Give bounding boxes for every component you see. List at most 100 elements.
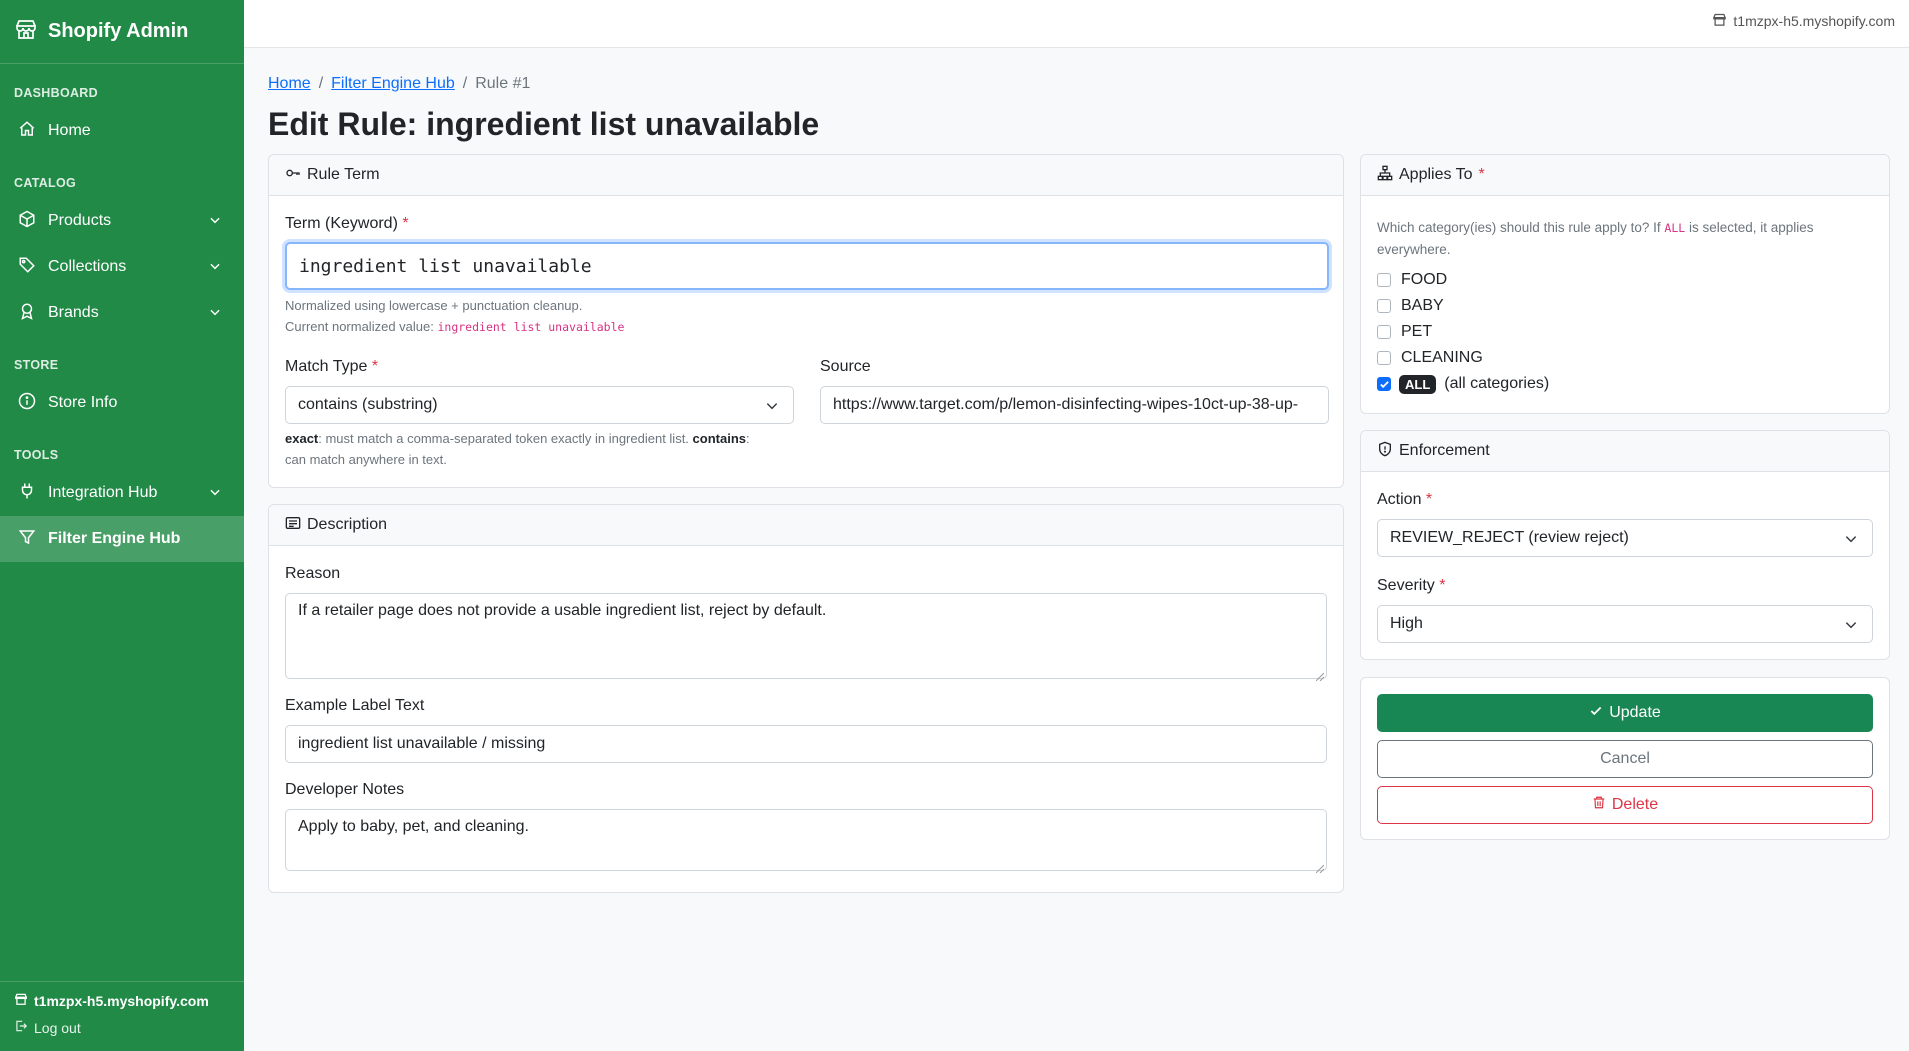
match-type-select[interactable]: contains (substring)	[285, 386, 794, 424]
notes-textarea[interactable]: Apply to baby, pet, and cleaning.	[285, 809, 1327, 874]
term-label-text: Term (Keyword)	[285, 215, 398, 232]
help-colon: :	[746, 431, 750, 446]
logout-link[interactable]: Log out	[14, 1019, 230, 1036]
chevron-down-icon	[1844, 618, 1858, 636]
checkbox[interactable]	[1377, 351, 1391, 365]
sidebar-item-label: Home	[48, 122, 91, 139]
award-icon	[18, 302, 36, 325]
shield-icon	[1377, 441, 1393, 462]
info-icon	[18, 392, 36, 415]
resize-grip-icon[interactable]	[1315, 668, 1325, 682]
required-marker: *	[371, 358, 379, 375]
sidebar-store-name: t1mzpx-h5.myshopify.com	[34, 992, 209, 1009]
delete-button[interactable]: Delete	[1377, 786, 1873, 824]
category-food-label: FOOD	[1401, 271, 1448, 288]
checkbox-checked[interactable]	[1377, 377, 1391, 391]
card-title: Description	[307, 516, 388, 533]
rule-term-card: Rule Term Term (Keyword) * ingredient li…	[268, 154, 1344, 488]
sidebar-store[interactable]: t1mzpx-h5.myshopify.com	[14, 992, 230, 1009]
help-contains-text: can match anywhere in text.	[285, 452, 447, 467]
category-food[interactable]: FOOD	[1377, 267, 1873, 293]
applies-help-code: ALL	[1664, 221, 1686, 235]
category-pet[interactable]: PET	[1377, 319, 1873, 345]
enforcement-card: Enforcement Action * REVIEW_REJECT (revi…	[1360, 430, 1890, 660]
category-cleaning[interactable]: CLEANING	[1377, 345, 1873, 371]
sidebar-item-store-info[interactable]: Store Info	[0, 380, 244, 426]
chevron-down-icon	[208, 259, 222, 278]
actions-card: Update Cancel Delete	[1360, 677, 1890, 840]
chevron-down-icon	[208, 305, 222, 324]
main-content: Home / Filter Engine Hub / Rule #1 Edit …	[268, 70, 1891, 143]
action-value: REVIEW_REJECT (review reject)	[1390, 529, 1629, 546]
resize-grip-icon[interactable]	[1315, 860, 1325, 874]
applies-help-suffix: is selected, it applies	[1688, 220, 1814, 235]
topbar-shop[interactable]: t1mzpx-h5.myshopify.com	[1712, 12, 1895, 30]
sitemap-icon	[1377, 165, 1393, 186]
home-icon	[18, 120, 36, 143]
severity-value: High	[1390, 615, 1423, 632]
sidebar-item-label: Collections	[48, 258, 127, 275]
sidebar-item-label: Filter Engine Hub	[48, 530, 181, 547]
description-card: Description Reason If a retailer page do…	[268, 504, 1344, 893]
topbar-shop-name: t1mzpx-h5.myshopify.com	[1733, 13, 1895, 29]
brand-name: Shopify Admin	[48, 20, 189, 42]
normalized-prefix: Current normalized value:	[285, 319, 434, 334]
sidebar-item-filter-engine-hub[interactable]: Filter Engine Hub	[0, 516, 244, 562]
card-header: Rule Term	[269, 155, 1343, 196]
sidebar-item-home[interactable]: Home	[0, 108, 244, 154]
all-badge: ALL	[1399, 374, 1437, 394]
section-catalog: CATALOG	[14, 176, 77, 190]
term-input[interactable]: ingredient list unavailable	[285, 242, 1329, 290]
sidebar-item-collections[interactable]: Collections	[0, 244, 244, 290]
reason-textarea[interactable]: If a retailer page does not provide a us…	[285, 593, 1327, 682]
example-value: ingredient list unavailable / missing	[298, 735, 546, 752]
sidebar-item-label: Integration Hub	[48, 484, 158, 501]
example-input[interactable]: ingredient list unavailable / missing	[285, 725, 1327, 763]
chevron-down-icon	[208, 213, 222, 232]
checkbox[interactable]	[1377, 325, 1391, 339]
store-icon	[14, 17, 38, 46]
action-label: Action *	[1377, 491, 1873, 509]
box-icon	[18, 210, 36, 233]
category-all[interactable]: ALL (all categories)	[1377, 371, 1873, 397]
breadcrumb-home[interactable]: Home	[268, 75, 311, 93]
sidebar-item-products[interactable]: Products	[0, 198, 244, 244]
checkbox[interactable]	[1377, 273, 1391, 287]
notes-label: Developer Notes	[285, 781, 405, 798]
match-type-help: exact: must match a comma-separated toke…	[285, 428, 794, 470]
term-help: Normalized using lowercase + punctuation…	[285, 295, 1327, 338]
card-text-icon	[285, 515, 301, 536]
category-baby[interactable]: BABY	[1377, 293, 1873, 319]
breadcrumb: Home / Filter Engine Hub / Rule #1	[268, 70, 1891, 98]
section-dashboard: DASHBOARD	[14, 86, 98, 100]
category-baby-label: BABY	[1401, 297, 1444, 314]
delete-label: Delete	[1611, 796, 1659, 813]
reason-value: If a retailer page does not provide a us…	[298, 602, 827, 619]
cancel-button[interactable]: Cancel	[1377, 740, 1873, 778]
action-label-text: Action	[1377, 491, 1422, 508]
category-checkboxes: FOOD BABY PET CLEANING ALL (all categori…	[1377, 267, 1873, 397]
help-exact: exact	[285, 431, 319, 446]
source-input[interactable]: https://www.target.com/p/lemon-disinfect…	[820, 386, 1329, 424]
funnel-icon	[18, 528, 36, 551]
key-icon	[285, 165, 301, 186]
match-type-value: contains (substring)	[298, 396, 438, 413]
checkbox[interactable]	[1377, 299, 1391, 313]
chevron-down-icon	[765, 399, 779, 417]
update-button[interactable]: Update	[1377, 694, 1873, 732]
sidebar-item-brands[interactable]: Brands	[0, 290, 244, 336]
sidebar-item-integration-hub[interactable]: Integration Hub	[0, 470, 244, 516]
action-select[interactable]: REVIEW_REJECT (review reject)	[1377, 519, 1873, 557]
card-title: Applies To	[1399, 166, 1473, 183]
topbar: t1mzpx-h5.myshopify.com	[244, 0, 1909, 48]
applies-help-prefix: Which category(ies) should this rule app…	[1377, 220, 1661, 235]
card-header: Enforcement	[1361, 431, 1889, 472]
card-title: Rule Term	[307, 166, 380, 183]
breadcrumb-filter-engine-hub[interactable]: Filter Engine Hub	[331, 75, 455, 93]
severity-select[interactable]: High	[1377, 605, 1873, 643]
required-marker: *	[1478, 166, 1485, 183]
breadcrumb-current: Rule #1	[475, 75, 531, 92]
required-marker: *	[1439, 577, 1446, 594]
term-help-line1: Normalized using lowercase + punctuation…	[285, 298, 583, 313]
sidebar-brand[interactable]: Shopify Admin	[0, 0, 244, 64]
